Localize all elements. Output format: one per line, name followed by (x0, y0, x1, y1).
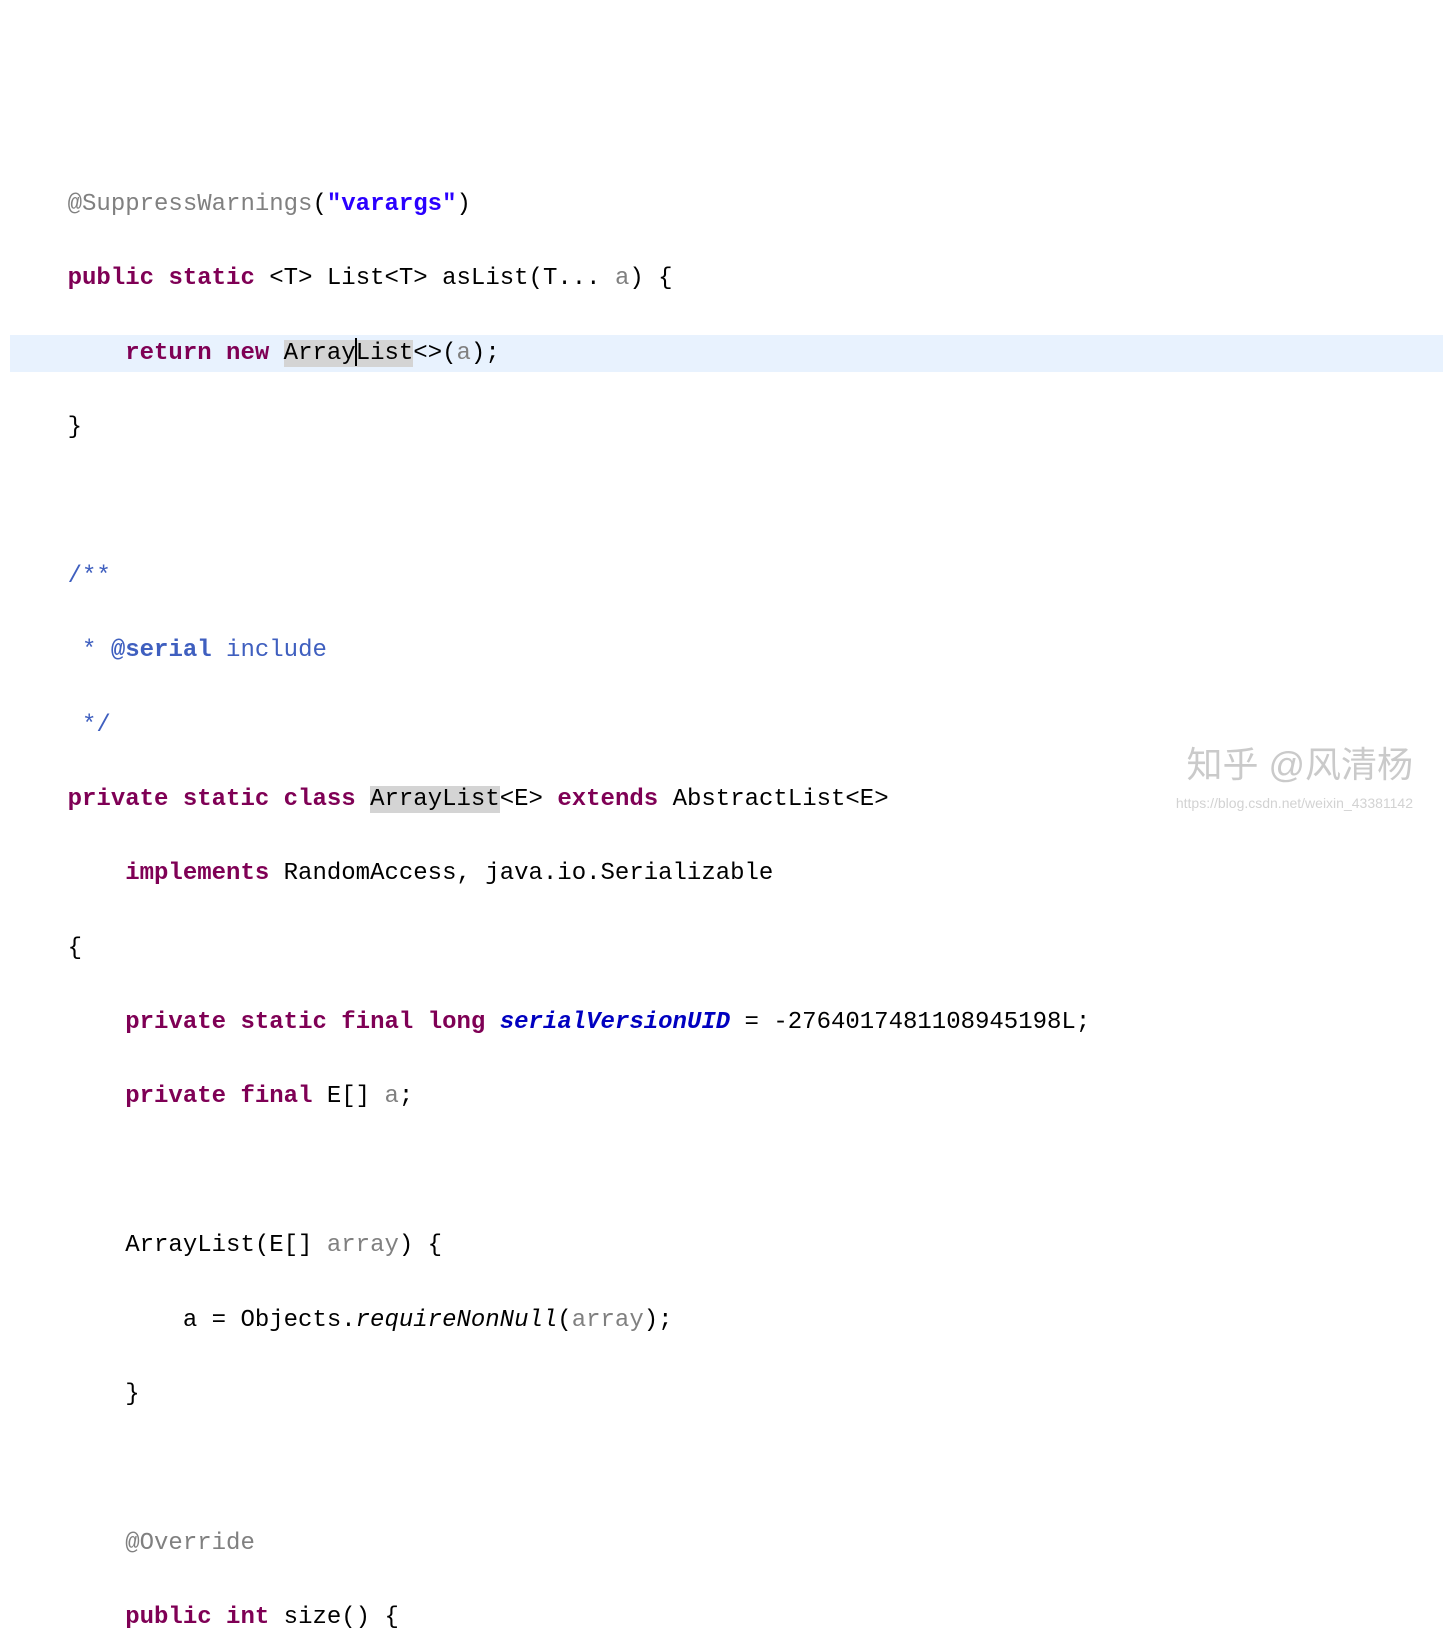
type: AbstractList<E> (673, 786, 889, 813)
watermark-url: https://blog.csdn.net/weixin_43381142 (1176, 793, 1413, 815)
code-line-active: return new ArrayList<>(a); (10, 335, 1443, 372)
class-name-highlight: ArrayList (370, 786, 500, 813)
keyword-public: public (125, 1604, 211, 1631)
keyword-static: static (183, 786, 269, 813)
keyword-private: private (125, 1009, 226, 1036)
keyword-implements: implements (125, 860, 269, 887)
comment: include (212, 637, 327, 664)
keyword-public: public (68, 265, 154, 292)
watermark-text: 知乎 @风清杨 (1186, 737, 1413, 793)
generic: <E> (500, 786, 543, 813)
field-serialversionuid: serialVersionUID (500, 1009, 730, 1036)
brace: { (68, 935, 82, 962)
brace: } (68, 414, 82, 441)
keyword-long: long (428, 1009, 486, 1036)
keyword-extends: extends (557, 786, 658, 813)
semi: ; (399, 1083, 413, 1110)
diamond: <>( (413, 340, 456, 367)
cursor-icon (355, 338, 357, 366)
code-line: private final E[] a; (10, 1078, 1443, 1115)
doc-tag: @serial (111, 637, 212, 664)
code-line: { (10, 930, 1443, 967)
code-line: implements RandomAccess, java.io.Seriali… (10, 855, 1443, 892)
comment: * (68, 637, 111, 664)
method-name: asList (442, 265, 528, 292)
keyword-static: static (168, 265, 254, 292)
type: List<T> (327, 265, 428, 292)
keyword-final: final (341, 1009, 413, 1036)
code-line: @Override (10, 1525, 1443, 1562)
value: = -2764017481108945198L; (730, 1009, 1090, 1036)
annotation: @SuppressWarnings (68, 191, 313, 218)
keyword-class: class (284, 786, 356, 813)
code-editor[interactable]: @SuppressWarnings("varargs") public stat… (0, 149, 1443, 1646)
interfaces: RandomAccess, java.io.Serializable (284, 860, 774, 887)
keyword-private: private (68, 786, 169, 813)
brace: ) { (629, 265, 672, 292)
params: (T... (529, 265, 615, 292)
keyword-final: final (240, 1083, 312, 1110)
paren: ( (557, 1307, 571, 1334)
code-line: /** (10, 558, 1443, 595)
params: (E[] (255, 1232, 327, 1259)
comment: */ (68, 712, 111, 739)
annotation: @Override (125, 1530, 255, 1557)
method-name: size() { (284, 1604, 399, 1631)
code-line-empty (10, 483, 1443, 520)
param: a (615, 265, 629, 292)
param: array (572, 1307, 644, 1334)
field: a (384, 1083, 398, 1110)
code-line: } (10, 1376, 1443, 1413)
method-call: requireNonNull (356, 1307, 558, 1334)
param: a (457, 340, 471, 367)
code-line: private static final long serialVersionU… (10, 1004, 1443, 1041)
keyword-new: new (226, 340, 269, 367)
code-line: } (10, 409, 1443, 446)
close: ); (644, 1307, 673, 1334)
code-line-empty (10, 1153, 1443, 1190)
assignment: a = Objects. (183, 1307, 356, 1334)
code-line: @SuppressWarnings("varargs") (10, 186, 1443, 223)
brace: } (125, 1381, 139, 1408)
code-line: a = Objects.requireNonNull(array); (10, 1302, 1443, 1339)
param: array (327, 1232, 399, 1259)
code-line-empty (10, 1450, 1443, 1487)
generic: <T> (269, 265, 312, 292)
type: E[] (327, 1083, 385, 1110)
highlight-arraylist: ArrayList (284, 340, 414, 367)
code-line: public static <T> List<T> asList(T... a)… (10, 260, 1443, 297)
keyword-private: private (125, 1083, 226, 1110)
code-line: * @serial include (10, 632, 1443, 669)
comment: /** (68, 563, 111, 590)
keyword-return: return (125, 340, 211, 367)
code-line: ArrayList(E[] array) { (10, 1227, 1443, 1264)
code-line: public int size() { (10, 1599, 1443, 1636)
string-literal: "varargs" (327, 191, 457, 218)
keyword-int: int (226, 1604, 269, 1631)
keyword-static: static (240, 1009, 326, 1036)
close: ); (471, 340, 500, 367)
ctor-name: ArrayList (125, 1232, 255, 1259)
brace: ) { (399, 1232, 442, 1259)
